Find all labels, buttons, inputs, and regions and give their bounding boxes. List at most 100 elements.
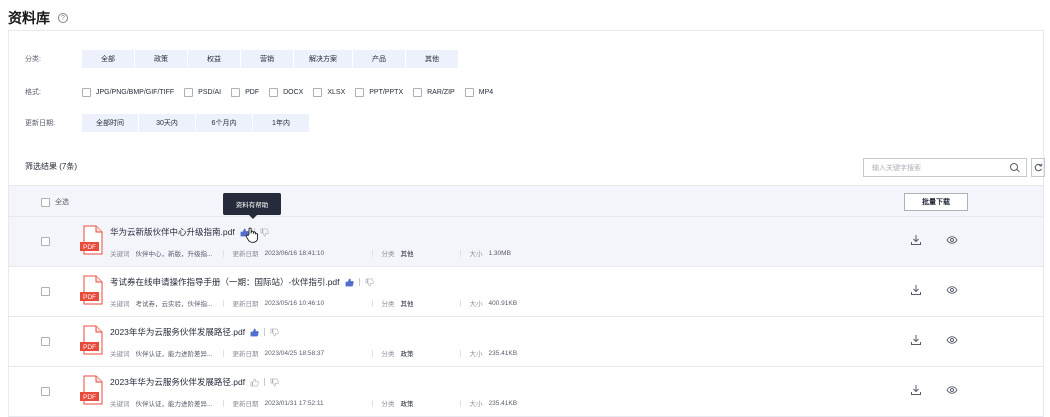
chip-date-all[interactable]: 全部时间 xyxy=(82,114,138,132)
divider xyxy=(264,378,266,386)
check-format-pdf[interactable]: PDF xyxy=(231,87,260,97)
date-filter: 更新日期: 全部时间 30天内 6个月内 1年内 xyxy=(25,114,309,132)
checkbox[interactable] xyxy=(413,87,423,97)
check-format-mp4[interactable]: MP4 xyxy=(464,87,494,97)
search-icon[interactable] xyxy=(1010,162,1020,173)
chip-category-other[interactable]: 其他 xyxy=(406,50,458,68)
updated-value: 2023/06/16 18:41:10 xyxy=(264,249,325,257)
chip-category-solutions[interactable]: 解决方案 xyxy=(294,50,352,68)
check-format-psd-label: PSD/AI xyxy=(198,88,222,96)
table-row[interactable]: PDF 考试券在线申请操作指导手册（一期：国际站）-伙伴指引.pdf 关键词 考… xyxy=(9,267,1043,317)
checkbox[interactable] xyxy=(355,87,365,97)
check-format-xlsx[interactable]: XLSX xyxy=(313,87,346,97)
file-title[interactable]: 2023年华为云服务伙伴发展路径.pdf xyxy=(110,326,279,338)
file-meta: 关键词 伙伴认证，能力进阶差异... 更新日期 2023/04/25 18:58… xyxy=(110,348,517,358)
size-label: 大小 xyxy=(469,401,483,408)
keywords-label: 关键词 xyxy=(110,401,130,408)
divider xyxy=(222,299,224,307)
check-format-psd[interactable]: PSD/AI xyxy=(184,87,222,97)
size-label: 大小 xyxy=(469,351,483,358)
checkbox[interactable] xyxy=(313,87,323,97)
checkbox[interactable] xyxy=(184,87,194,97)
category-label: 分类 xyxy=(381,301,395,308)
thumbs-down-icon[interactable] xyxy=(270,378,279,387)
table-row[interactable]: PDF 2023年华为云服务伙伴发展路径.pdf 关键词 伙伴认证，能力进阶差异… xyxy=(9,317,1043,367)
checkbox[interactable] xyxy=(82,87,91,97)
thumbs-down-icon[interactable] xyxy=(270,328,279,337)
divider xyxy=(222,349,224,357)
file-title-text[interactable]: 华为云新版伙伴中心升级指南.pdf xyxy=(110,226,235,238)
pdf-icon-label: PDF xyxy=(83,294,96,301)
download-icon[interactable] xyxy=(910,234,922,246)
thumbs-up-icon[interactable] xyxy=(345,278,354,287)
divider xyxy=(371,249,373,257)
category-value: 其他 xyxy=(400,251,414,258)
updated-label: 更新日期 xyxy=(232,251,259,258)
updated-label: 更新日期 xyxy=(232,351,259,358)
select-all[interactable]: 全选 xyxy=(41,197,69,207)
thumbs-down-icon[interactable] xyxy=(365,278,374,287)
eye-icon[interactable] xyxy=(946,234,958,246)
checkbox[interactable] xyxy=(269,87,279,97)
check-format-mp4-label: MP4 xyxy=(478,88,494,96)
search-input[interactable]: 输入关键字搜索 xyxy=(863,158,1027,177)
row-checkbox[interactable] xyxy=(41,387,50,396)
download-icon[interactable] xyxy=(910,384,922,396)
size-label: 大小 xyxy=(469,251,483,258)
updated-label: 更新日期 xyxy=(232,401,259,408)
thumbs-up-icon[interactable] xyxy=(250,328,259,337)
chip-date-6m[interactable]: 6个月内 xyxy=(196,114,252,132)
eye-icon[interactable] xyxy=(946,334,958,346)
chip-category-benefits[interactable]: 权益 xyxy=(188,50,240,68)
checkbox[interactable] xyxy=(464,87,474,97)
chip-date-30d[interactable]: 30天内 xyxy=(139,114,195,132)
divider xyxy=(459,349,461,357)
file-title-text[interactable]: 2023年华为云服务伙伴发展路径.pdf xyxy=(110,376,245,388)
eye-icon[interactable] xyxy=(946,384,958,396)
check-format-pdf-label: PDF xyxy=(245,88,260,96)
check-format-ppt[interactable]: PPT/PPTX xyxy=(355,87,403,97)
thumbs-up-icon[interactable] xyxy=(250,378,259,387)
download-icon[interactable] xyxy=(910,284,922,296)
keywords-label: 关键词 xyxy=(110,351,130,358)
refresh-button[interactable] xyxy=(1031,158,1045,177)
category-value: 其他 xyxy=(400,301,414,308)
category-value: 政策 xyxy=(400,401,414,408)
pdf-icon-label: PDF xyxy=(83,344,96,351)
pdf-icon-label: PDF xyxy=(83,244,96,251)
table-row[interactable]: PDF 2023年华为云服务伙伴发展路径.pdf 关键词 伙伴认证，能力进阶差异… xyxy=(9,367,1043,417)
check-format-rar[interactable]: RAR/ZIP xyxy=(413,87,455,97)
divider xyxy=(371,299,373,307)
row-checkbox[interactable] xyxy=(41,287,50,296)
checkbox[interactable] xyxy=(231,87,241,97)
help-circle-icon[interactable]: ? xyxy=(58,13,68,23)
chip-category-all[interactable]: 全部 xyxy=(82,50,134,68)
check-format-docx[interactable]: DOCX xyxy=(269,87,303,97)
chip-category-marketing[interactable]: 营销 xyxy=(241,50,293,68)
pdf-file-icon: PDF xyxy=(80,225,103,255)
chip-category-policy[interactable]: 政策 xyxy=(135,50,187,68)
thumbs-down-icon[interactable] xyxy=(260,228,269,237)
category-filter: 分类: 全部 政策 权益 营销 解决方案 产品 其他 xyxy=(25,50,458,68)
chip-date-1y[interactable]: 1年内 xyxy=(253,114,309,132)
download-icon[interactable] xyxy=(910,334,922,346)
check-format-xlsx-label: XLSX xyxy=(327,88,346,96)
hand-cursor-icon xyxy=(245,227,259,243)
file-title-text[interactable]: 2023年华为云服务伙伴发展路径.pdf xyxy=(110,326,245,338)
row-checkbox[interactable] xyxy=(41,237,50,246)
eye-icon[interactable] xyxy=(946,284,958,296)
file-title[interactable]: 2023年华为云服务伙伴发展路径.pdf xyxy=(110,376,279,388)
file-title[interactable]: 考试券在线申请操作指导手册（一期：国际站）-伙伴指引.pdf xyxy=(110,276,374,288)
check-format-image[interactable]: JPG/PNG/BMP/GIF/TIFF xyxy=(82,87,174,97)
size-value: 235.41KB xyxy=(488,399,518,407)
select-all-checkbox[interactable] xyxy=(41,197,50,207)
file-title-text[interactable]: 考试券在线申请操作指导手册（一期：国际站）-伙伴指引.pdf xyxy=(110,276,340,288)
updated-value: 2023/04/25 18:58:37 xyxy=(264,349,325,357)
size-label: 大小 xyxy=(469,301,483,308)
row-checkbox[interactable] xyxy=(41,337,50,346)
format-filter: 格式: JPG/PNG/BMP/GIF/TIFF PSD/AI PDF DOCX… xyxy=(25,83,503,101)
table-row[interactable]: PDF 华为云新版伙伴中心升级指南.pdf 关键词 伙伴中心，新版，升级指...… xyxy=(9,217,1043,267)
divider xyxy=(264,328,266,336)
chip-category-product[interactable]: 产品 xyxy=(353,50,405,68)
batch-download-button[interactable]: 批量下载 xyxy=(904,193,968,211)
